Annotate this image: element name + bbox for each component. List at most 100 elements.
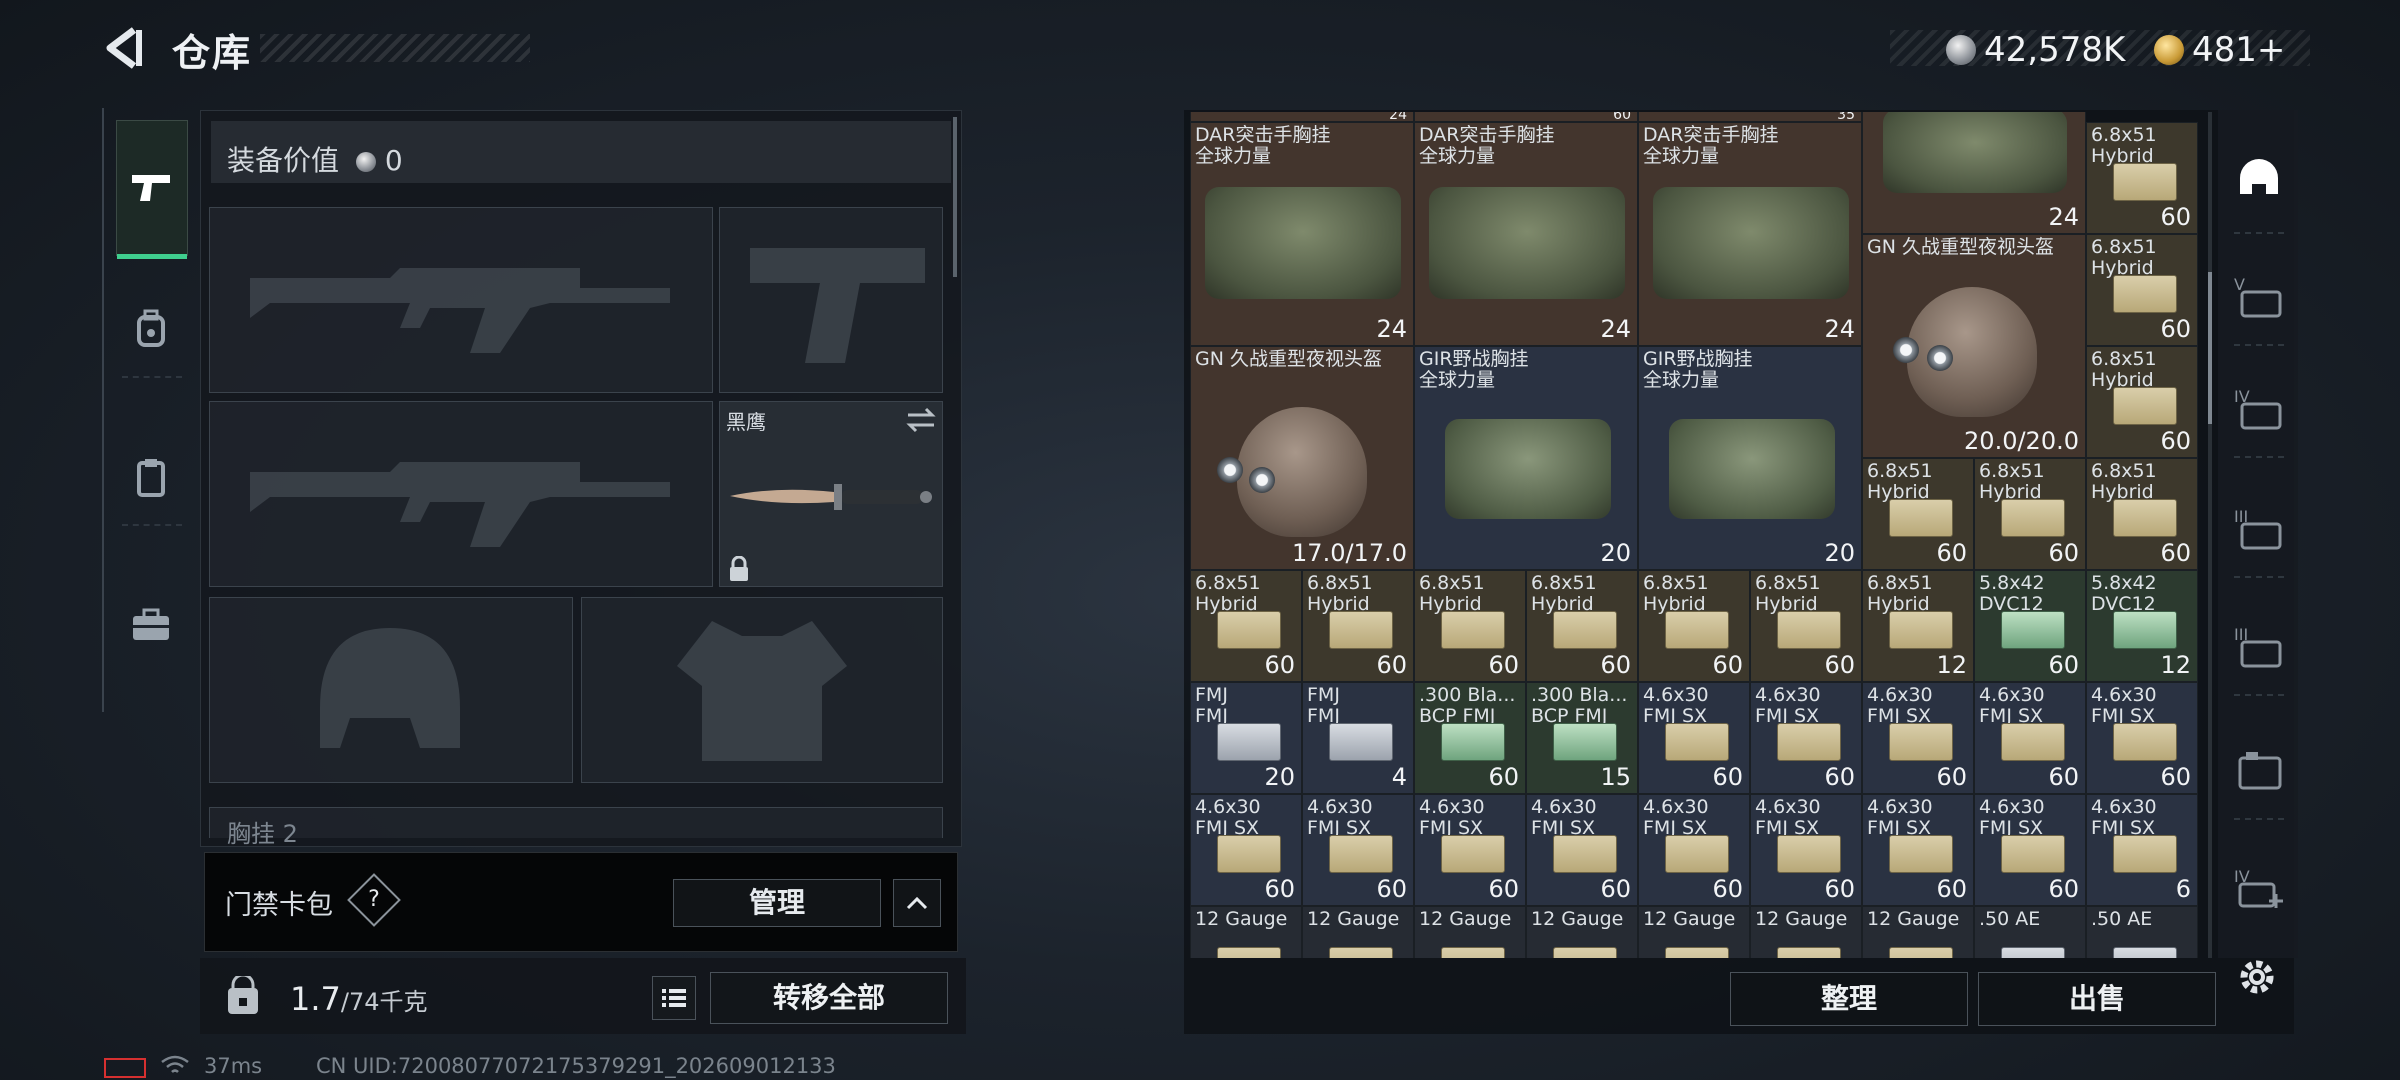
nav-add-tier-iv[interactable]: IV [2232,862,2286,916]
storage-item[interactable]: 12 Gauge [1862,906,1974,958]
primary-weapon-slot[interactable] [209,207,713,393]
storage-item[interactable]: 4.6x30 FMJ SX 60 [1862,794,1974,906]
storage-item[interactable]: 6.8x51 Hybrid 60 [1862,458,1974,570]
chevron-up-icon [906,896,928,910]
keycard-help-button[interactable]: ? [347,873,401,927]
storage-item[interactable]: DAR突击手胸挂 全球力量 24 [1414,122,1638,346]
item-count: 60 [1712,875,1743,903]
collapse-button[interactable] [893,879,941,927]
storage-item[interactable]: 4.6x30 FMJ SX 60 [1302,794,1414,906]
back-arrow-icon[interactable] [100,24,148,72]
storage-item[interactable]: 6.8x51 Hybrid 60 [1302,570,1414,682]
partial-cell[interactable]: 35 [1638,112,1862,122]
storage-item[interactable]: 12 Gauge [1190,906,1302,958]
storage-item[interactable]: 4.6x30 FMJ SX 60 [1414,794,1526,906]
nav-tier-v[interactable]: V [2232,270,2286,324]
melee-slot[interactable]: 黑鹰 [719,401,943,587]
list-view-button[interactable] [652,976,696,1020]
nav-helmets[interactable] [2232,152,2286,206]
manage-button[interactable]: 管理 [673,879,881,927]
nav-tier-iii[interactable]: III [2232,502,2286,556]
storage-item[interactable]: 6.8x51 Hybrid 60 [1190,570,1302,682]
storage-item[interactable]: DAR突击手胸挂 全球力量 24 [1638,122,1862,346]
storage-item[interactable]: 12 Gauge [1414,906,1526,958]
storage-item[interactable]: 12 Gauge [1526,906,1638,958]
storage-item[interactable]: 4.6x30 FMJ SX 60 [1974,682,2086,794]
storage-item[interactable]: 4.6x30 FMJ SX 6 [2086,794,2198,906]
nav-gear[interactable] [116,294,186,364]
gear-icon[interactable] [2232,952,2282,1002]
storage-item[interactable]: 6.8x51 Hybrid 60 [2086,458,2198,570]
item-name: 6.8x51 Hybrid [2091,124,2157,167]
ammo-box-image [1441,611,1505,649]
storage-item[interactable]: 12 Gauge [1750,906,1862,958]
storage-item[interactable]: .300 Bla... BCP FMJ 15 [1526,682,1638,794]
storage-item[interactable]: 4.6x30 FMJ SX 60 [1750,794,1862,906]
armor-tier-iii-alt-icon: III [2234,625,2282,668]
nav-tier-iii-alt[interactable]: III [2232,620,2286,674]
loadout-scrollbar[interactable] [953,117,957,277]
storage-item[interactable]: 4.6x30 FMJ SX 60 [1862,682,1974,794]
partial-cell[interactable]: 24 [1190,112,1414,122]
storage-item[interactable]: 6.8x51 Hybrid 60 [1750,570,1862,682]
storage-item[interactable]: 4.6x30 FMJ SX 60 [1190,794,1302,906]
storage-item[interactable]: 5.8x42 DVC12 60 [1974,570,2086,682]
gold-currency[interactable]: 481+ [2154,30,2285,70]
storage-item[interactable]: 12 Gauge [1638,906,1750,958]
storage-item[interactable]: 6.8x51 Hybrid 60 [1638,570,1750,682]
storage-item[interactable]: 6.8x51 Hybrid 60 [2086,122,2198,234]
storage-scroll-thumb[interactable] [2208,272,2212,424]
storage-item[interactable]: FMJ FMJ 4 [1302,682,1414,794]
storage-item[interactable]: DAR突击手胸挂 全球力量 24 [1190,122,1414,346]
weight-current: 1.7 [290,980,341,1018]
item-name: 4.6x30 FMJ SX [1195,796,1261,839]
storage-item[interactable]: 4.6x30 FMJ SX 60 [1526,794,1638,906]
nav-medkit[interactable] [116,590,186,660]
partial-cell[interactable]: 60 [1414,112,1638,122]
nav-weapons[interactable] [116,120,188,259]
sell-button[interactable]: 出售 [1978,972,2216,1026]
swap-icon[interactable] [906,406,936,434]
storage-item[interactable]: .300 Bla... BCP FMJ 60 [1414,682,1526,794]
nav-consumables[interactable] [116,442,186,512]
storage-item[interactable]: GIR野战胸挂 全球力量 20 [1414,346,1638,570]
secondary-rifle-slot[interactable] [209,401,713,587]
transfer-all-button[interactable]: 转移全部 [710,972,948,1024]
nav-tier-iv[interactable]: IV [2232,382,2286,436]
storage-item[interactable]: 6.8x51 Hybrid 12 [1862,570,1974,682]
storage-item[interactable]: 4.6x30 FMJ SX 60 [1974,794,2086,906]
item-count: 60 [2048,875,2079,903]
ammo-box-image [1441,947,1505,958]
storage-item[interactable]: 4.6x30 FMJ SX 60 [1638,682,1750,794]
storage-item[interactable]: .50 AE [2086,906,2198,958]
storage-item[interactable]: 6.8x51 Hybrid 60 [2086,346,2198,458]
ammo-box-image [2113,387,2177,425]
item-count: 60 [1488,763,1519,791]
armor-slot[interactable] [581,597,943,783]
storage-item[interactable]: 4.6x30 FMJ SX 60 [2086,682,2198,794]
storage-scrollbar[interactable] [2208,112,2212,958]
sort-button[interactable]: 整理 [1730,972,1968,1026]
storage-item[interactable]: 4.6x30 FMJ SX 60 [1638,794,1750,906]
storage-item[interactable]: .50 AE [1974,906,2086,958]
storage-item[interactable]: 6.8x51 Hybrid 60 [1974,458,2086,570]
storage-item[interactable]: GN 久战重型夜视头盔 20.0/20.0 [1862,234,2086,458]
storage-item[interactable]: GN 久战重型夜视头盔 17.0/17.0 [1190,346,1414,570]
storage-item[interactable]: 4.6x30 FMJ SX 60 [1750,682,1862,794]
storage-item[interactable]: GIR野战胸挂 全球力量 20 [1638,346,1862,570]
storage-item[interactable]: 12 Gauge [1302,906,1414,958]
ammo-box-image [1553,611,1617,649]
storage-item[interactable]: 6.8x51 Hybrid 60 [2086,234,2198,346]
equip-value-header: 装备价值 0 [211,121,951,183]
storage-item[interactable]: 6.8x51 Hybrid 60 [1414,570,1526,682]
item-name: 4.6x30 FMJ SX [1979,796,2045,839]
storage-item[interactable]: FMJ FMJ 20 [1190,682,1302,794]
storage-item[interactable]: 24 [1862,112,2086,234]
helmet-slot[interactable] [209,597,573,783]
storage-item[interactable]: 6.8x51 Hybrid 60 [1526,570,1638,682]
storage-item[interactable]: 5.8x42 DVC12 12 [2086,570,2198,682]
chest-rig-slot[interactable] [209,807,943,838]
nav-rigs[interactable] [2232,744,2286,798]
secondary-weapon-slot[interactable] [719,207,943,393]
ammo-box-image [1553,835,1617,873]
